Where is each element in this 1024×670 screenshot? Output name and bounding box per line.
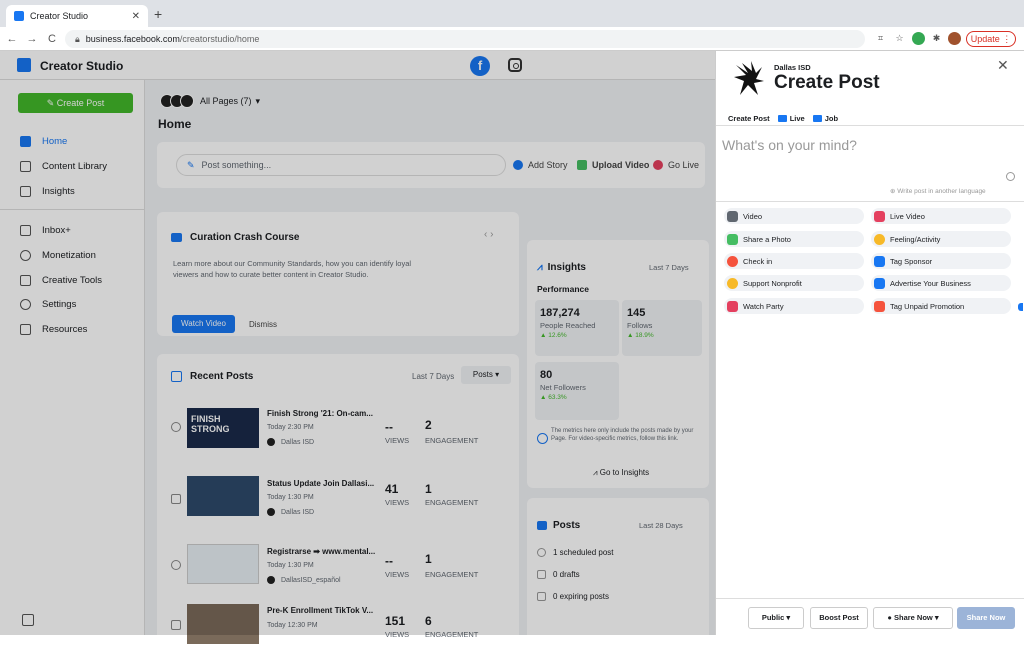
option-check-in[interactable]: Check in (724, 253, 864, 269)
url-input[interactable]: 🔒︎ business.facebook.com /creatorstudio/… (65, 30, 865, 48)
option-advertise-business[interactable]: Advertise Your Business (871, 275, 1011, 291)
facebook-favicon-icon (14, 11, 24, 21)
option-label: Support Nonprofit (743, 278, 802, 288)
option-label: Tag Sponsor (890, 256, 933, 266)
tab-label: Live (789, 114, 805, 123)
divider (716, 201, 1024, 202)
url-host: business.facebook.com (85, 34, 180, 44)
audience-dropdown[interactable]: Public ▾ (748, 607, 804, 629)
puzzle-icon[interactable]: ✱ (930, 32, 943, 45)
extension-icon[interactable] (912, 32, 925, 45)
modal-overlay[interactable] (0, 51, 715, 635)
grid-icon[interactable]: ⌗ (874, 32, 887, 45)
panel-tabs: Create Post Live Job (728, 114, 846, 123)
popcorn-icon (727, 300, 738, 312)
update-label: Update (970, 34, 1000, 44)
panel-footer: Public ▾ Boost Post ● Share Now ▾ Share … (716, 598, 1024, 635)
share-now-dropdown[interactable]: ● Share Now ▾ (873, 607, 953, 629)
panel-title: Create Post (774, 72, 880, 93)
option-tag-unpaid-promotion[interactable]: Tag Unpaid Promotion (871, 298, 1011, 314)
share-now-dd-label: Share Now (894, 613, 933, 622)
panel-page-name: Dallas ISD (774, 63, 811, 72)
location-icon (727, 255, 738, 267)
option-label: Share a Photo (743, 234, 791, 244)
tab-label: Create Post (728, 114, 770, 123)
boost-post-button[interactable]: Boost Post (810, 607, 868, 629)
option-label: Check in (743, 256, 773, 266)
job-icon (812, 115, 822, 122)
option-label: Advertise Your Business (890, 278, 971, 288)
translate-link[interactable]: ⊕ Write post in another language (890, 187, 986, 195)
dallas-isd-logo-icon (734, 61, 764, 95)
handshake-icon (874, 255, 885, 267)
post-text-input[interactable]: What's on your mind? (722, 137, 857, 153)
photo-icon (727, 233, 738, 245)
smiley-icon (874, 233, 885, 245)
share-now-button[interactable]: Share Now (957, 607, 1015, 629)
option-feeling-activity[interactable]: Feeling/Activity (871, 231, 1011, 247)
option-label: Video (743, 211, 763, 221)
option-video[interactable]: Video (724, 208, 864, 224)
option-watch-party[interactable]: Watch Party (724, 298, 864, 314)
divider (716, 125, 1024, 126)
back-icon[interactable]: ← (4, 33, 20, 45)
create-post-panel: Dallas ISD Create Post ✕ Create Post Liv… (715, 51, 1024, 635)
tab-live[interactable]: Live (777, 114, 805, 123)
option-share-photo[interactable]: Share a Photo (724, 231, 864, 247)
live-video-icon (874, 210, 885, 222)
forward-icon[interactable]: → (24, 33, 40, 45)
nonprofit-icon (727, 277, 738, 289)
emoji-icon[interactable] (1006, 172, 1015, 181)
tab-create-post[interactable]: Create Post (728, 114, 770, 123)
globe-icon: ● (887, 613, 894, 622)
browser-tab-bar: Creator Studio ✕ + (0, 0, 1024, 27)
option-support-nonprofit[interactable]: Support Nonprofit (724, 275, 864, 291)
close-tab-icon[interactable]: ✕ (132, 11, 140, 22)
new-tab-icon[interactable]: + (154, 6, 162, 22)
tab-title: Creator Studio (30, 11, 89, 21)
advertise-icon (874, 277, 885, 289)
update-button[interactable]: Update ⋮ (966, 31, 1016, 47)
audience-label: Public (761, 613, 785, 622)
scroll-indicator[interactable] (1018, 303, 1023, 311)
translate-label: Write post in another language (897, 188, 986, 195)
option-label: Feeling/Activity (890, 234, 941, 244)
address-bar: ← → C 🔒︎ business.facebook.com /creators… (0, 27, 1024, 51)
browser-tab[interactable]: Creator Studio ✕ (6, 5, 148, 27)
option-label: Live Video (890, 211, 925, 221)
tab-job[interactable]: Job (812, 114, 839, 123)
close-icon[interactable]: ✕ (997, 57, 1009, 74)
option-tag-sponsor[interactable]: Tag Sponsor (871, 253, 1011, 269)
reload-icon[interactable]: C (44, 33, 60, 45)
live-icon (777, 115, 787, 122)
option-label: Tag Unpaid Promotion (890, 301, 965, 311)
video-icon (727, 210, 738, 222)
url-path: /creatorstudio/home (179, 34, 260, 44)
avatar[interactable] (948, 32, 961, 45)
star-icon[interactable]: ☆ (893, 32, 906, 45)
option-label: Watch Party (743, 301, 784, 311)
option-live-video[interactable]: Live Video (871, 208, 1011, 224)
tab-label: Job (824, 114, 839, 123)
flag-icon (874, 300, 885, 312)
lock-icon: 🔒︎ (75, 33, 80, 44)
